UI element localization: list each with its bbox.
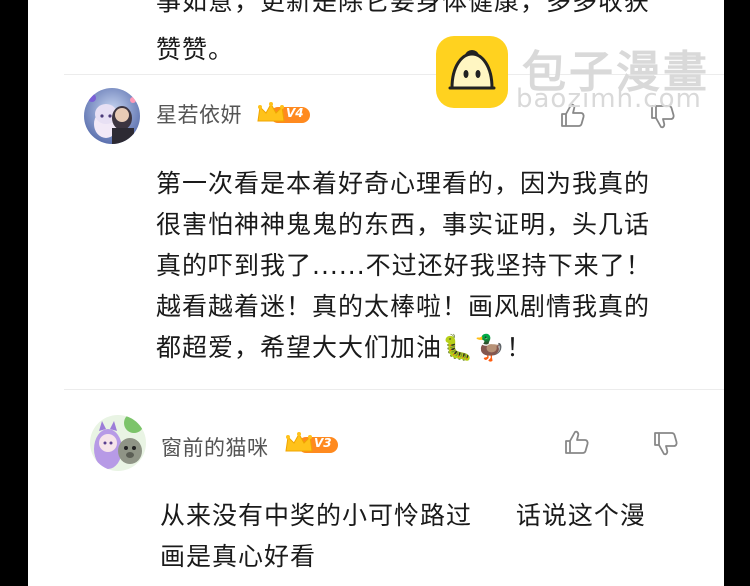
watermark-url: baozimh.com <box>516 84 702 114</box>
comment-divider <box>64 389 724 390</box>
comment-line: 第一次看是本着好奇心理看的，因为我真的 <box>156 169 651 198</box>
thumbs-down-icon[interactable] <box>651 429 679 457</box>
comment-line: 都超爱，希望大大们加油🐛🦆！ <box>156 333 533 362</box>
comment-line: 真的吓到我了......不过还好我坚持下来了！ <box>156 251 652 280</box>
comment-line: 越看越着迷！真的太棒啦！画风剧情我真的 <box>156 292 651 321</box>
comment-line: 很害怕神神鬼鬼的东西，事实证明，头几话 <box>156 210 651 239</box>
comment-line: 画是真心好看 <box>160 542 317 571</box>
avatar[interactable] <box>90 415 146 471</box>
vip-badge: V4 <box>256 101 312 127</box>
username[interactable]: 窗前的猫咪 <box>161 432 269 462</box>
vip-level: V4 <box>286 106 304 120</box>
watermark: 包子漫畫 baozimh.com <box>436 34 726 120</box>
comment-line: 从来没有中奖的小可怜路过 话说这个漫 <box>160 501 646 530</box>
bun-logo-icon <box>436 36 508 108</box>
previous-comment-line: 事如意，更新是除它要身体健康，多多收获 <box>156 0 651 16</box>
vip-level: V3 <box>314 436 332 450</box>
comment-text: 从来没有中奖的小可怜路过 话说这个漫 画是真心好看 <box>160 495 720 577</box>
thumbs-up-icon[interactable] <box>562 429 590 457</box>
avatar[interactable] <box>84 88 140 144</box>
comment-text: 第一次看是本着好奇心理看的，因为我真的 很害怕神神鬼鬼的东西，事实证明，头几话 … <box>156 163 716 368</box>
username[interactable]: 星若依妍 <box>156 99 242 129</box>
vip-badge: V3 <box>284 431 340 457</box>
